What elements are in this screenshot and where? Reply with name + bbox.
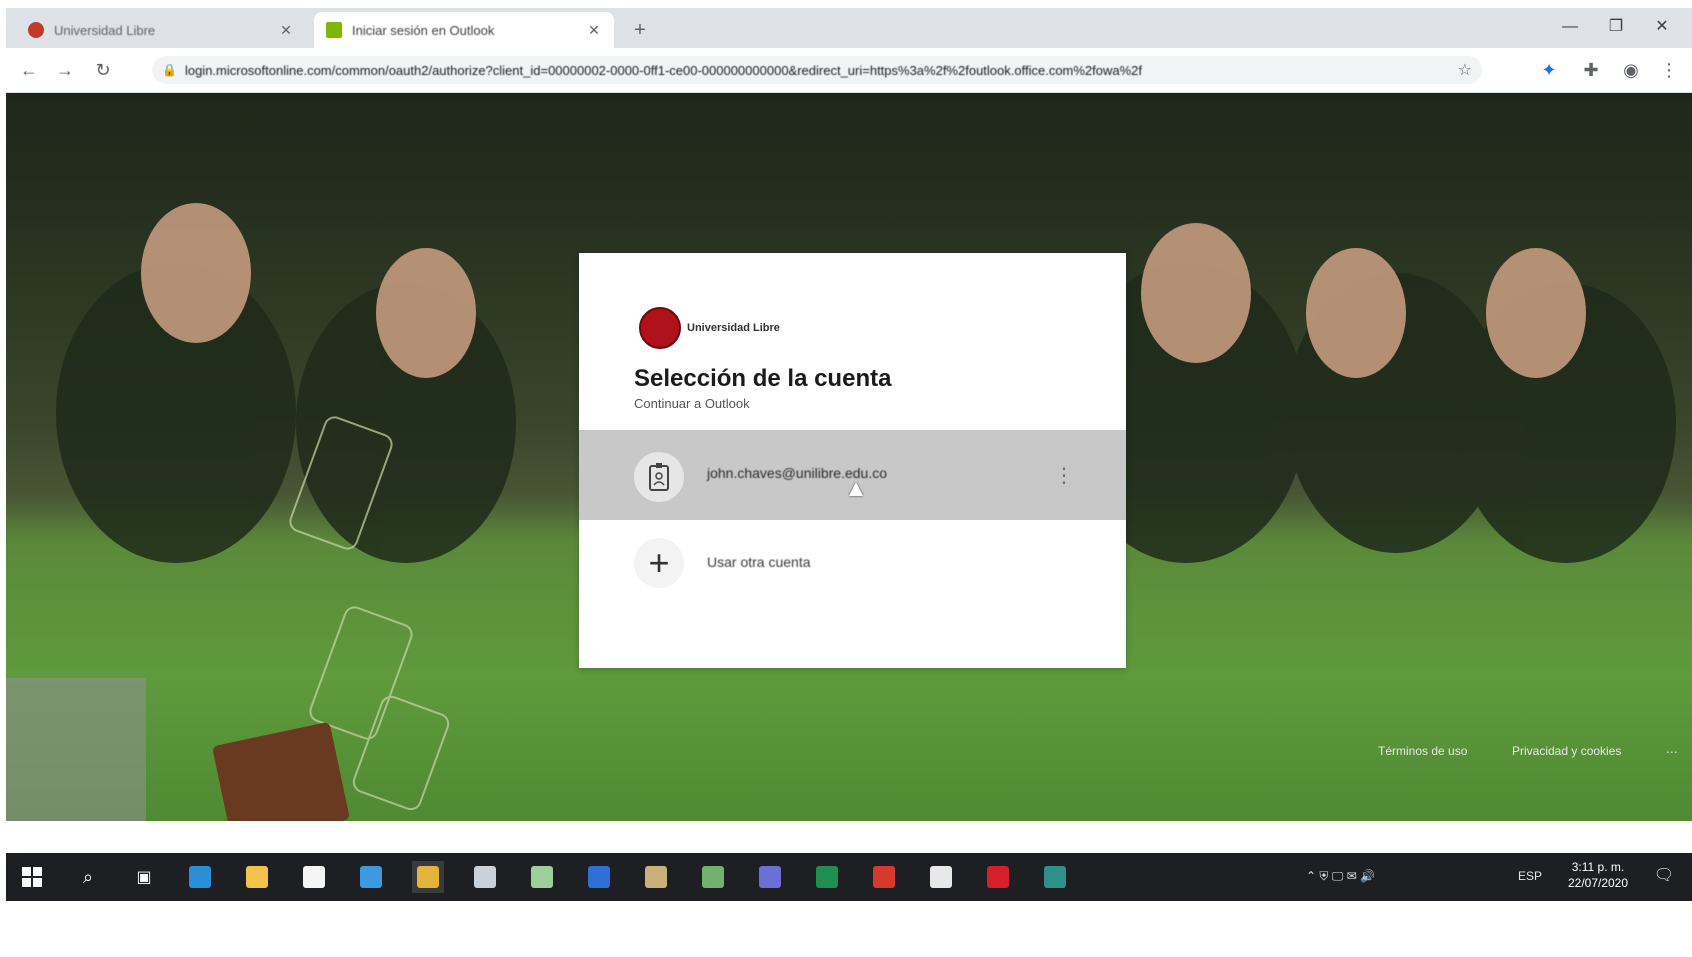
mouse-cursor-icon bbox=[849, 482, 863, 496]
universidad-libre-favicon-icon bbox=[28, 22, 44, 38]
app-15-icon bbox=[987, 866, 1009, 888]
tab-strip: Universidad Libre ✕ Iniciar sesión en Ou… bbox=[6, 8, 1692, 48]
close-tab-icon[interactable]: ✕ bbox=[586, 22, 602, 39]
clock-date: 22/07/2020 bbox=[1567, 876, 1629, 890]
taskbar-app-8-icon[interactable] bbox=[583, 861, 615, 893]
taskbar-app-14-icon[interactable] bbox=[925, 861, 957, 893]
more-options-icon[interactable]: ... bbox=[1666, 740, 1678, 756]
organization-logo: Universidad Libre bbox=[639, 307, 780, 349]
taskbar-app-7-icon[interactable] bbox=[526, 861, 558, 893]
menu-icon[interactable]: ⋮ bbox=[1656, 57, 1682, 83]
account-picker-dialog: Universidad Libre Selección de la cuenta… bbox=[579, 253, 1126, 668]
lock-icon: 🔒 bbox=[162, 63, 177, 77]
taskbar-chrome-icon[interactable] bbox=[412, 861, 444, 893]
use-another-account-label: Usar otra cuenta bbox=[707, 554, 811, 570]
app-13-icon bbox=[873, 866, 895, 888]
store-icon bbox=[303, 866, 325, 888]
taskbar-app-15-icon[interactable] bbox=[982, 861, 1014, 893]
app-16-icon bbox=[1044, 866, 1066, 888]
taskbar-file-explorer-icon[interactable] bbox=[241, 861, 273, 893]
edge-icon bbox=[189, 866, 211, 888]
tab-outlook-signin[interactable]: Iniciar sesión en Outlook ✕ bbox=[314, 12, 614, 48]
close-window-icon[interactable]: ✕ bbox=[1644, 14, 1680, 40]
url-text: login.microsoftonline.com/common/oauth2/… bbox=[184, 62, 1143, 78]
extension-icon[interactable]: ✦ bbox=[1536, 57, 1562, 83]
account-options-icon[interactable]: ⋮ bbox=[1054, 460, 1074, 492]
work-account-badge-icon bbox=[649, 463, 669, 491]
app-8-icon bbox=[588, 866, 610, 888]
privacy-link[interactable]: Privacidad y cookies bbox=[1512, 744, 1621, 758]
excel-icon bbox=[816, 866, 838, 888]
browser-toolbar: ← → ↻ 🔒 login.microsoftonline.com/common… bbox=[6, 48, 1692, 93]
minimize-icon[interactable]: — bbox=[1552, 14, 1588, 40]
windows-taskbar: ⌕ ▣ ⌃ ⛨ 🖵 ✉ 🔊 ESP 3:11 p. m. 22/07/2020 … bbox=[6, 853, 1692, 901]
tab-universidad-libre[interactable]: Universidad Libre ✕ bbox=[16, 12, 306, 48]
forward-icon[interactable]: → bbox=[52, 57, 78, 83]
restore-icon[interactable]: ❐ bbox=[1598, 14, 1634, 40]
clock-time: 3:11 p. m. bbox=[1571, 860, 1625, 874]
file-explorer-icon bbox=[246, 866, 268, 888]
language-indicator[interactable]: ESP bbox=[1518, 869, 1542, 883]
mail-icon bbox=[360, 866, 382, 888]
start-windows-icon[interactable] bbox=[16, 861, 48, 893]
organization-name: Universidad Libre bbox=[687, 321, 780, 334]
back-icon[interactable]: ← bbox=[16, 57, 42, 83]
outlook-favicon-icon bbox=[326, 22, 342, 38]
browser-window: Universidad Libre ✕ Iniciar sesión en Ou… bbox=[6, 8, 1692, 957]
teams-icon bbox=[759, 866, 781, 888]
app-14-icon bbox=[930, 866, 952, 888]
app-10-icon bbox=[702, 866, 724, 888]
search-icon[interactable]: ⌕ bbox=[72, 861, 104, 893]
signin-page-background: Universidad Libre Selección de la cuenta… bbox=[6, 93, 1692, 821]
account-avatar bbox=[634, 452, 684, 502]
extensions-puzzle-icon[interactable]: ✚ bbox=[1578, 57, 1604, 83]
bookmark-star-icon[interactable]: ☆ bbox=[1458, 60, 1472, 80]
app-6-icon bbox=[474, 866, 496, 888]
page-subtitle: Continuar a Outlook bbox=[634, 396, 750, 411]
reload-icon[interactable]: ↻ bbox=[90, 57, 116, 83]
new-tab-button[interactable]: + bbox=[626, 16, 654, 44]
taskbar-edge-icon[interactable] bbox=[184, 861, 216, 893]
taskbar-teams-icon[interactable] bbox=[754, 861, 786, 893]
tray-icons[interactable]: ⌃ ⛨ 🖵 ✉ 🔊 bbox=[1306, 869, 1375, 884]
profile-avatar-icon[interactable]: ◉ bbox=[1618, 57, 1644, 83]
plus-icon: + bbox=[634, 538, 684, 588]
taskbar-app-13-icon[interactable] bbox=[868, 861, 900, 893]
page-title: Selección de la cuenta bbox=[634, 365, 892, 392]
taskbar-app-16-icon[interactable] bbox=[1039, 861, 1071, 893]
taskbar-excel-icon[interactable] bbox=[811, 861, 843, 893]
close-tab-icon[interactable]: ✕ bbox=[278, 22, 294, 39]
windows-logo-icon bbox=[22, 867, 42, 887]
notifications-icon[interactable]: 🗨 bbox=[1652, 865, 1676, 889]
task-view-icon[interactable]: ▣ bbox=[128, 861, 160, 893]
taskbar-app-6-icon[interactable] bbox=[469, 861, 501, 893]
taskbar-app-10-icon[interactable] bbox=[697, 861, 729, 893]
account-tile[interactable]: john.chaves@unilibre.edu.co ⋮ bbox=[579, 430, 1126, 520]
chrome-icon bbox=[417, 866, 439, 888]
address-bar[interactable]: 🔒 login.microsoftonline.com/common/oauth… bbox=[152, 56, 1482, 84]
app-7-icon bbox=[531, 866, 553, 888]
university-seal-icon bbox=[639, 307, 681, 349]
account-email: john.chaves@unilibre.edu.co bbox=[707, 465, 887, 481]
use-another-account-tile[interactable]: + Usar otra cuenta bbox=[579, 520, 1126, 606]
taskbar-store-icon[interactable] bbox=[298, 861, 330, 893]
terms-link[interactable]: Términos de uso bbox=[1378, 744, 1467, 758]
app-9-icon bbox=[645, 866, 667, 888]
tab-title: Iniciar sesión en Outlook bbox=[352, 22, 495, 38]
taskbar-app-9-icon[interactable] bbox=[640, 861, 672, 893]
taskbar-mail-icon[interactable] bbox=[355, 861, 387, 893]
tab-title: Universidad Libre bbox=[54, 22, 156, 38]
clock[interactable]: 3:11 p. m. 22/07/2020 bbox=[1558, 859, 1638, 891]
